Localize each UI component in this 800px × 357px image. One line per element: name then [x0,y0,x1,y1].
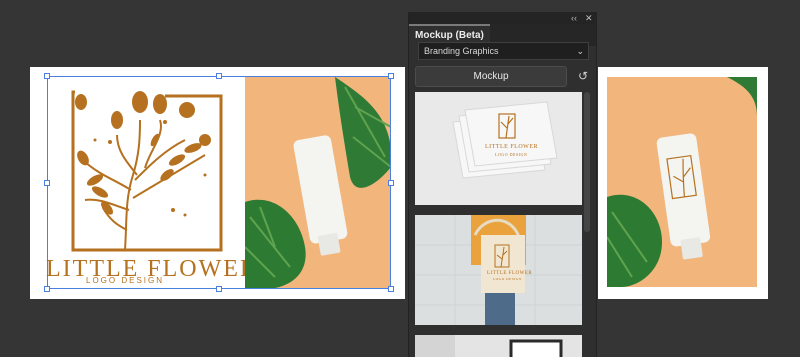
resize-handle-br[interactable] [388,286,394,292]
mockup-panel: ‹‹ ✕ Mockup (Beta) Branding Graphics ⌄ M… [408,12,597,357]
resize-handle-mr[interactable] [388,180,394,186]
card-logo-subtitle: LOGO DESIGN [495,152,528,157]
resize-handle-tc[interactable] [216,73,222,79]
double-chevron-icon[interactable]: ‹‹ [571,12,577,24]
selection-bounding-box[interactable] [47,76,391,289]
thumbnail-frame[interactable] [415,335,582,357]
chevron-down-icon: ⌄ [576,46,584,56]
category-select-value: Branding Graphics [424,46,499,56]
resize-handle-bl[interactable] [44,286,50,292]
category-select[interactable]: Branding Graphics ⌄ [418,42,589,60]
reset-icon[interactable]: ↺ [575,68,591,84]
resize-handle-tl[interactable] [44,73,50,79]
mockup-thumbnail-list: LITTLE FLOWER LOGO DESIGN LITTLE FLOWER … [409,92,596,357]
panel-title-bar[interactable]: ‹‹ ✕ [409,12,596,24]
card-logo-title: LITTLE FLOWER [485,144,538,150]
thumbnail-business-cards[interactable]: LITTLE FLOWER LOGO DESIGN [415,92,582,205]
tote-logo-subtitle: LOGO DESIGN [493,277,522,281]
tote-logo-title: LITTLE FLOWER [487,271,533,276]
resize-handle-tr[interactable] [388,73,394,79]
thumbnail-tote-bag[interactable]: LITTLE FLOWER LOGO DESIGN [415,215,582,325]
tube-mockup-photo-right[interactable] [607,77,757,287]
close-icon[interactable]: ✕ [585,12,593,24]
panel-scrollbar[interactable] [584,92,590,232]
mockup-button[interactable]: Mockup [415,66,567,87]
resize-handle-bc[interactable] [216,286,222,292]
resize-handle-ml[interactable] [44,180,50,186]
